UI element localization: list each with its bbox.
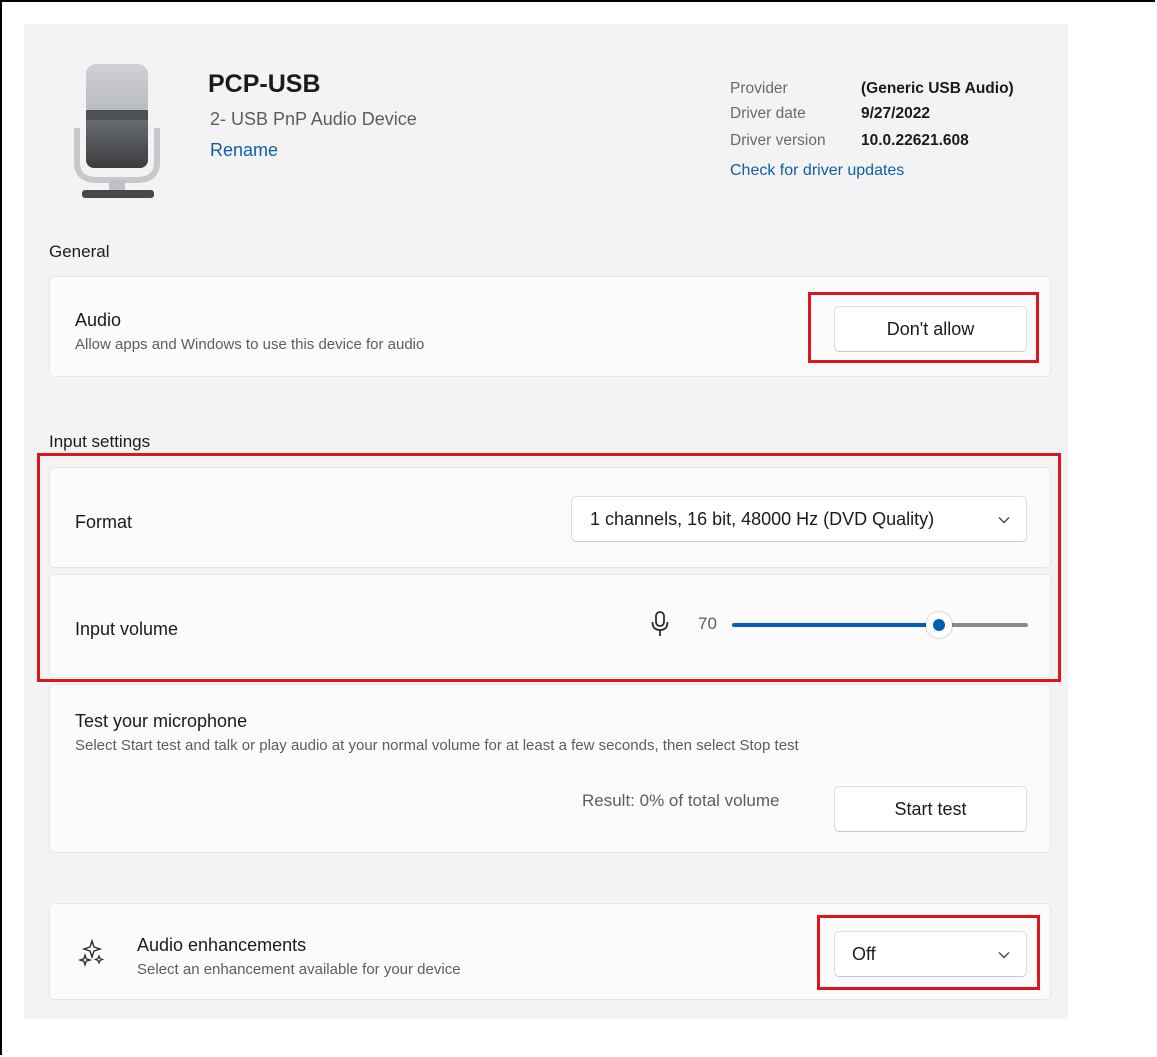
test-microphone-title: Test your microphone <box>75 711 248 731</box>
highlight-box-input-settings <box>37 453 1061 682</box>
device-name: PCP-USB <box>208 70 321 98</box>
audio-enhancements-description: Select an enhancement available for your… <box>137 961 461 978</box>
microphone-device-icon <box>74 64 160 198</box>
provider-value: (Generic USB Audio) <box>861 80 1014 97</box>
start-test-button[interactable]: Start test <box>834 786 1027 832</box>
audio-title: Audio <box>75 310 122 330</box>
driver-date-label: Driver date <box>730 105 806 122</box>
check-driver-updates-link[interactable]: Check for driver updates <box>730 162 904 180</box>
driver-version-label: Driver version <box>730 132 826 149</box>
device-subtitle: 2- USB PnP Audio Device <box>210 109 417 129</box>
highlight-box-enhancements <box>817 915 1040 990</box>
audio-description: Allow apps and Windows to use this devic… <box>75 336 425 353</box>
audio-enhancements-title: Audio enhancements <box>137 935 307 955</box>
highlight-box-audio-button <box>808 292 1039 363</box>
test-microphone-description: Select Start test and talk or play audio… <box>75 737 799 754</box>
rename-link[interactable]: Rename <box>210 140 278 161</box>
driver-date-value: 9/27/2022 <box>861 105 930 122</box>
sparkle-icon <box>78 939 105 967</box>
driver-version-value: 10.0.22621.608 <box>861 132 969 149</box>
general-section-title: General <box>49 242 110 261</box>
input-settings-section-title: Input settings <box>49 432 151 451</box>
test-result-text: Result: 0% of total volume <box>582 791 780 810</box>
provider-label: Provider <box>730 80 788 97</box>
